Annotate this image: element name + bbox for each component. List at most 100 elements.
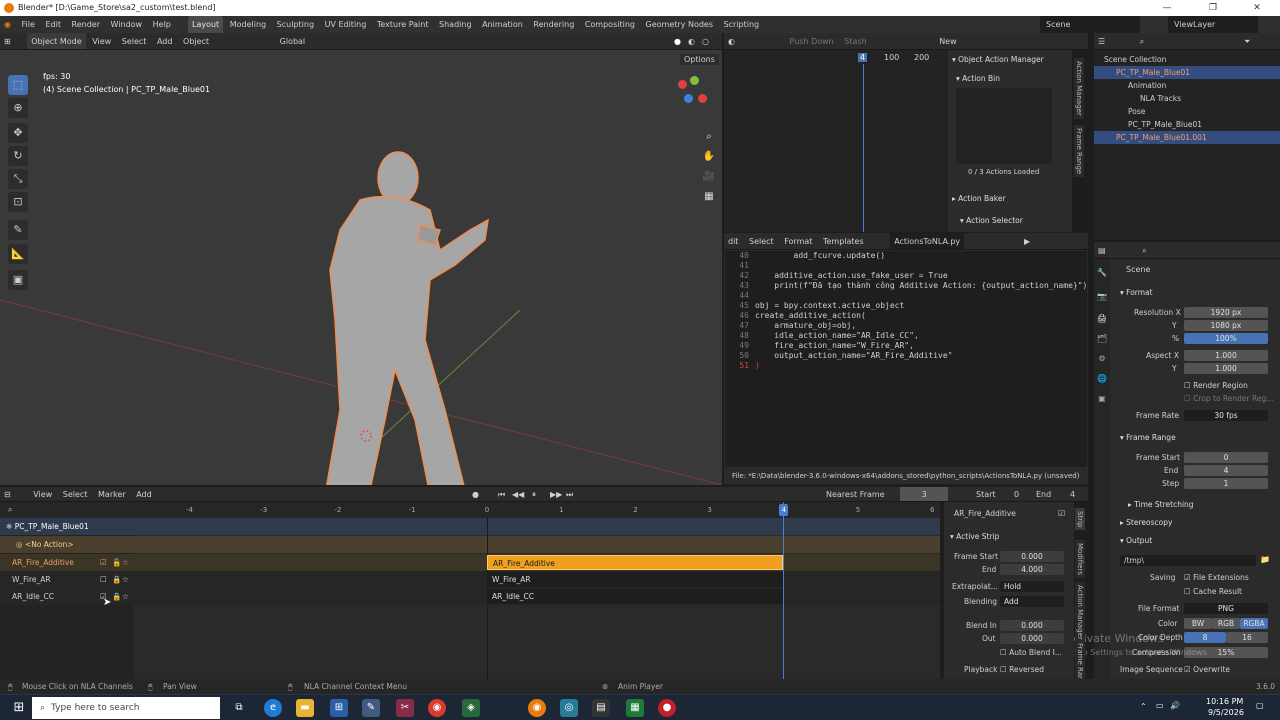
app-icon-5[interactable]: ▤ bbox=[592, 699, 610, 717]
strip-fire-ar[interactable]: W_Fire_AR bbox=[487, 572, 783, 587]
file-explorer-icon[interactable]: ▬ bbox=[296, 699, 314, 717]
color-bw[interactable]: BW bbox=[1184, 618, 1212, 629]
network-icon[interactable]: ▭ bbox=[1156, 701, 1164, 710]
auto-blend-checkbox[interactable]: ☐ Auto Blend I... bbox=[1000, 647, 1062, 658]
stereoscopy-section[interactable]: ▸ Stereoscopy bbox=[1120, 516, 1172, 530]
scale-tool-icon[interactable]: ⤡ bbox=[8, 169, 28, 189]
extrapolation-select[interactable]: Hold bbox=[1000, 581, 1064, 592]
object-action-manager-header[interactable]: ▾ Object Action Manager bbox=[952, 53, 1044, 67]
depth-16[interactable]: 16 bbox=[1226, 632, 1268, 643]
app-icon-1[interactable]: ✎ bbox=[362, 699, 380, 717]
code-line[interactable]: 42 additive_action.use_fake_user = True bbox=[733, 271, 1087, 281]
navigation-gizmo[interactable] bbox=[668, 72, 716, 120]
menu-render[interactable]: Render bbox=[68, 16, 104, 33]
tab-compositing[interactable]: Compositing bbox=[581, 16, 639, 33]
menu-help[interactable]: Help bbox=[149, 16, 175, 33]
action-baker-header[interactable]: ▸ Action Baker bbox=[952, 192, 1006, 206]
camera-view-icon[interactable]: 🎥 bbox=[700, 168, 718, 186]
world-tab-icon[interactable]: 🌐 bbox=[1096, 373, 1108, 385]
tab-texture-paint[interactable]: Texture Paint bbox=[373, 16, 433, 33]
nla-playhead[interactable] bbox=[783, 502, 784, 679]
strip-idle-cc[interactable]: AR_Idle_CC bbox=[487, 589, 783, 604]
nla-menu-select[interactable]: Select bbox=[59, 487, 92, 501]
app-icon-6[interactable]: ▦ bbox=[626, 699, 644, 717]
reversed-checkbox[interactable]: ☐ Reversed bbox=[1000, 664, 1044, 675]
outliner-search-icon[interactable]: ⌕ bbox=[1136, 33, 1148, 49]
code-line[interactable]: 45 obj = bpy.context.active_object bbox=[733, 301, 1087, 311]
transform-orientation[interactable]: Global bbox=[276, 33, 310, 49]
code-line[interactable]: 41 bbox=[733, 261, 1087, 271]
properties-type-icon[interactable]: ▤ bbox=[1094, 242, 1110, 258]
code-line[interactable]: 43 print(f"Đã tạo thành công Additive Ac… bbox=[733, 281, 1087, 291]
taskbar-time[interactable]: 10:16 PM bbox=[1206, 697, 1243, 706]
folder-icon[interactable]: 📁 bbox=[1260, 555, 1270, 564]
jump-end-icon[interactable]: ⏭ bbox=[562, 487, 577, 501]
properties-search-icon[interactable]: ⌕ bbox=[1138, 242, 1150, 258]
text-menu-format[interactable]: Format bbox=[780, 233, 816, 249]
tab-strip[interactable]: Strip bbox=[1075, 508, 1085, 531]
tab-sculpting[interactable]: Sculpting bbox=[273, 16, 318, 33]
tab-modeling[interactable]: Modeling bbox=[226, 16, 270, 33]
action-selector-header[interactable]: ▾ Action Selector bbox=[960, 214, 1023, 228]
no-action-channel[interactable]: ◎ <No Action> bbox=[0, 536, 134, 553]
render-tab-icon[interactable]: 📷 bbox=[1096, 291, 1108, 303]
menu-file[interactable]: File bbox=[18, 16, 39, 33]
anim-player-job[interactable]: Anim Player bbox=[618, 679, 663, 694]
code-line[interactable]: 48 idle_action_name="AR_Idle_CC", bbox=[733, 331, 1087, 341]
outliner-type-icon[interactable]: ☰ bbox=[1094, 33, 1109, 49]
select-tool-icon[interactable]: ⬚ bbox=[8, 75, 28, 95]
menu-object[interactable]: Object bbox=[179, 33, 213, 49]
cursor-tool-icon[interactable]: ⊕ bbox=[8, 98, 28, 118]
record-icon[interactable]: ● bbox=[468, 487, 483, 501]
tray-chevron-icon[interactable]: ⌃ bbox=[1140, 702, 1147, 711]
view-layer-tab-icon[interactable]: 🗂 bbox=[1096, 333, 1108, 345]
menu-select[interactable]: Select bbox=[118, 33, 151, 49]
strip-fire-additive[interactable]: AR_Fire_Additive bbox=[487, 555, 783, 570]
tab-frame-range[interactable]: Frame Range bbox=[1074, 125, 1084, 178]
nla-object-channel[interactable]: ✱ PC_TP_Male_Blue01 bbox=[0, 518, 134, 535]
res-y-field[interactable]: 1080 px bbox=[1184, 320, 1268, 331]
frame-end-field[interactable]: 4 bbox=[1184, 465, 1268, 476]
strip-frame-start-field[interactable]: 0.000 bbox=[1000, 551, 1064, 562]
tab-layout[interactable]: Layout bbox=[187, 16, 224, 33]
transform-tool-icon[interactable]: ⊡ bbox=[8, 192, 28, 212]
move-tool-icon[interactable]: ✥ bbox=[8, 123, 28, 143]
taskbar-search-box[interactable]: ⌕ Type here to search bbox=[32, 697, 220, 719]
windows-start-icon[interactable]: ⊞ bbox=[10, 699, 28, 717]
lock-icon-1[interactable]: 🔓 bbox=[112, 554, 121, 571]
view-layer-selector[interactable]: ViewLayer bbox=[1168, 16, 1258, 33]
menu-window[interactable]: Window bbox=[107, 16, 147, 33]
outliner-row[interactable]: PC_TP_Male_Blue01.001 bbox=[1094, 131, 1280, 144]
nla-menu-marker[interactable]: Marker bbox=[94, 487, 130, 501]
render-region-checkbox[interactable]: ☐ Render Region bbox=[1184, 380, 1248, 391]
tab-nla-action-manager[interactable]: Action Manager bbox=[1075, 582, 1085, 643]
code-line[interactable]: 51) bbox=[733, 361, 1087, 371]
code-line[interactable]: 40 add_fcurve.update() bbox=[733, 251, 1087, 261]
rotate-tool-icon[interactable]: ↻ bbox=[8, 146, 28, 166]
task-view-icon[interactable]: ⧉ bbox=[230, 699, 248, 717]
track-channel-fire-additive[interactable]: AR_Fire_Additive ☑ 🔓 ☆ bbox=[0, 554, 134, 571]
scene-selector[interactable]: Scene bbox=[1040, 16, 1140, 33]
tab-action-manager[interactable]: Action Manager bbox=[1074, 58, 1084, 119]
outliner-row[interactable]: NLA Tracks bbox=[1094, 92, 1280, 105]
tool-tab-icon[interactable]: 🔧 bbox=[1096, 267, 1108, 279]
tab-modifiers[interactable]: Modifiers bbox=[1075, 540, 1085, 578]
shading-material-icon[interactable]: ◐ bbox=[684, 33, 699, 49]
aspect-x-field[interactable]: 1.000 bbox=[1184, 350, 1268, 361]
chrome-icon[interactable]: ◉ bbox=[428, 699, 446, 717]
shading-solid-icon[interactable]: ● bbox=[670, 33, 685, 49]
current-frame-field[interactable]: 3 bbox=[900, 487, 948, 501]
text-menu-edit[interactable]: dit bbox=[724, 233, 742, 249]
code-line[interactable]: 46 create_additive_action( bbox=[733, 311, 1087, 321]
tab-geometry-nodes[interactable]: Geometry Nodes bbox=[642, 16, 717, 33]
frame-rate-select[interactable]: 30 fps bbox=[1184, 410, 1268, 421]
file-format-select[interactable]: PNG bbox=[1184, 603, 1268, 614]
nla-ruler[interactable] bbox=[0, 502, 940, 518]
solo-star-icon-3[interactable]: ☆ bbox=[122, 588, 129, 605]
strip-active-checkbox[interactable]: ☑ bbox=[1058, 509, 1065, 518]
viewport-3d[interactable]: ⬚ ⊕ ✥ ↻ ⤡ ⊡ ✎ 📐 ▣ fps: 30 (4) Scene Coll… bbox=[0, 50, 722, 485]
mode-selector[interactable]: Object Mode bbox=[27, 33, 86, 49]
track-channel-idle-cc[interactable]: AR_Idle_CC ☑ 🔒 ☆ bbox=[0, 588, 134, 605]
nla-search-icon[interactable]: ⌕ bbox=[8, 505, 12, 515]
add-cube-tool-icon[interactable]: ▣ bbox=[8, 270, 28, 290]
